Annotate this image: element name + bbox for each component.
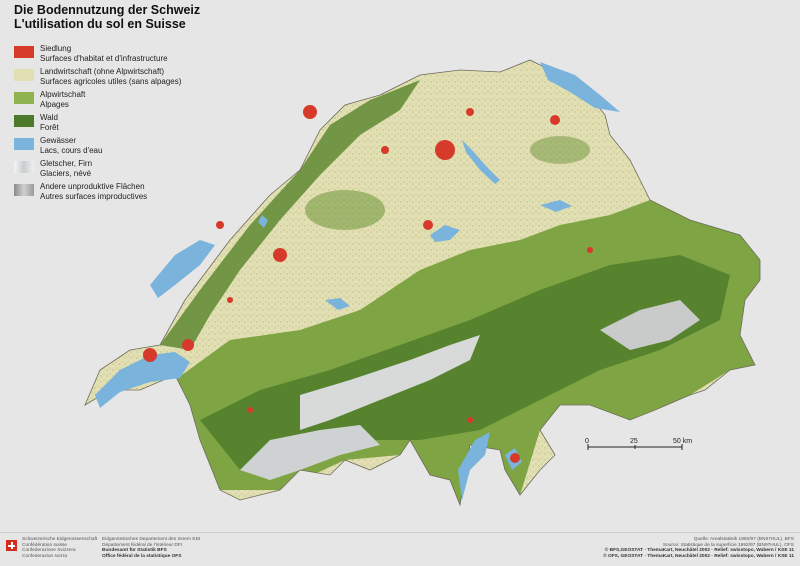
settlement-bern <box>273 248 287 262</box>
map-title: Die Bodennutzung der Schweiz L'utilisati… <box>14 3 200 31</box>
settlement-winterthur <box>466 108 474 116</box>
legend-label-german: Siedlung <box>40 44 72 53</box>
settlement-geneva <box>143 348 157 362</box>
settlement-sion <box>247 407 253 413</box>
settlement-zurich <box>435 140 455 160</box>
legend-label: Gewässer Lacs, cours d'eau <box>40 136 102 155</box>
settlement-biel <box>216 221 224 229</box>
legend-label-german: Gletscher, Firn <box>40 159 93 168</box>
legend-swatch <box>14 138 34 150</box>
settlement-lausanne <box>182 339 194 351</box>
legend-label: Landwirtschaft (ohne Alpwirtschaft) Surfa… <box>40 67 181 86</box>
legend-label-french: Glaciers, névé <box>40 168 92 178</box>
legend-swatch <box>14 46 34 58</box>
footer-copyright-fr: © OFS, GEOSTAT · ThemaKart, Neuchâtel 20… <box>603 553 794 559</box>
settlement-locarno <box>467 417 473 423</box>
scale-label-50: 50 km <box>673 438 693 445</box>
settlement-fribourg <box>227 297 233 303</box>
footer-confederation: Schweizerische Eidgenossenschaft Confédé… <box>22 537 97 559</box>
legend-label-french: Surfaces d'habitat et d'infrastructure <box>40 53 168 63</box>
legend-label-german: Wald <box>40 113 58 122</box>
legend-item: Alpwirtschaft Alpages <box>14 90 214 113</box>
legend-item: Andere unproduktive Flächen Autres surfac… <box>14 182 214 205</box>
scale-label-25: 25 <box>630 438 638 445</box>
legend-item: Siedlung Surfaces d'habitat et d'infrastr… <box>14 44 214 67</box>
footer-copyright-de: © BFS,GEOSTAT · ThemaKart, Neuchâtel 200… <box>604 548 794 554</box>
legend-swatch <box>14 184 34 196</box>
legend-label: Alpwirtschaft Alpages <box>40 90 85 109</box>
settlement-aarau <box>381 146 389 154</box>
toggenburg-forest <box>530 136 590 164</box>
legend: Siedlung Surfaces d'habitat et d'infrastr… <box>14 44 214 205</box>
legend-label: Andere unproduktive Flächen Autres surfac… <box>40 182 147 201</box>
legend-label-french: Autres surfaces improductives <box>40 191 148 201</box>
legend-label-french: Surfaces agricoles utiles (sans alpages) <box>40 76 182 86</box>
legend-item: Gletscher, Firn Glaciers, névé <box>14 159 214 182</box>
swiss-flag-icon <box>6 540 17 551</box>
legend-label-german: Andere unproduktive Flächen <box>40 182 145 191</box>
napf-forest <box>305 190 385 230</box>
legend-label-french: Forêt <box>40 122 59 132</box>
legend-label: Gletscher, Firn Glaciers, névé <box>40 159 92 178</box>
legend-item: Landwirtschaft (ohne Alpwirtschaft) Surfa… <box>14 67 214 90</box>
title-german: Die Bodennutzung der Schweiz <box>14 3 201 17</box>
footer: Schweizerische Eidgenossenschaft Confédé… <box>0 532 800 566</box>
title-french: L'utilisation du sol en Suisse <box>14 17 186 31</box>
footer-department: Eidgenössisches Departement des Innern E… <box>102 537 200 559</box>
footer-conf-de: Schweizerische Eidgenossenschaft <box>22 537 98 542</box>
footer-dept-de: Eidgenössisches Departement des Innern E… <box>102 537 201 542</box>
legend-label-french: Lacs, cours d'eau <box>40 145 103 155</box>
legend-label: Wald Forêt <box>40 113 59 132</box>
settlement-chur <box>587 247 593 253</box>
legend-label-german: Landwirtschaft (ohne Alpwirtschaft) <box>40 67 165 76</box>
footer-conf-rm: Confederaziun svizra <box>22 553 68 559</box>
settlement-basel <box>303 105 317 119</box>
legend-swatch <box>14 92 34 104</box>
scale-label-0: 0 <box>585 438 589 445</box>
settlement-lucerne <box>423 220 433 230</box>
legend-label-french: Alpages <box>40 99 69 109</box>
legend-item: Wald Forêt <box>14 113 214 136</box>
legend-label: Siedlung Surfaces d'habitat et d'infrastr… <box>40 44 168 63</box>
footer-office-fr: Office fédéral de la statistique OFS <box>102 553 182 559</box>
legend-swatch <box>14 115 34 127</box>
settlement-lugano <box>510 453 520 463</box>
legend-swatch <box>14 161 34 173</box>
settlement-st-gallen <box>550 115 560 125</box>
legend-label-german: Gewässer <box>40 136 77 145</box>
legend-item: Gewässer Lacs, cours d'eau <box>14 136 214 159</box>
legend-label-german: Alpwirtschaft <box>40 90 86 99</box>
legend-swatch <box>14 69 34 81</box>
footer-source: Quelle: Arealstatistik 1992/97 (BN97HUL)… <box>603 537 794 559</box>
